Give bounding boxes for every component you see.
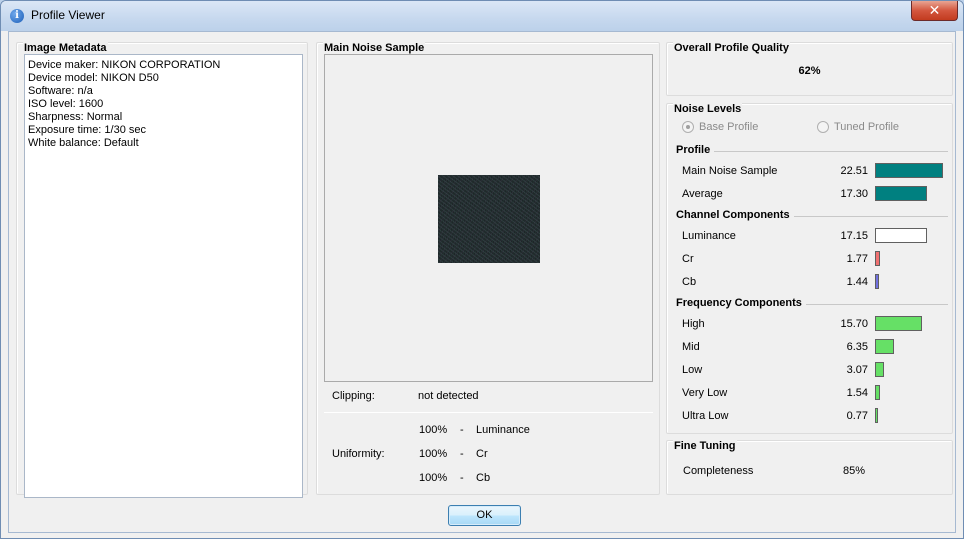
noise-row-label: Cb [682, 276, 697, 288]
title-bar[interactable]: i Profile Viewer ✕ [1, 1, 963, 31]
main-noise-sample-group: Main Noise Sample Clipping: not detected… [316, 42, 660, 495]
metadata-line: Software: n/a [28, 85, 93, 97]
noise-row-label: Mid [682, 341, 700, 353]
overall-quality-value: 62% [798, 65, 821, 77]
uniformity-dash: - [460, 472, 464, 484]
noise-row-label: Cr [682, 253, 694, 265]
noise-level-bar [875, 316, 922, 331]
uniformity-channel: Cr [476, 448, 488, 460]
info-icon: i [10, 9, 24, 23]
noise-row-value: 1.44 [846, 276, 868, 288]
section-heading: Frequency Components [676, 297, 802, 309]
noise-row-value: 15.70 [840, 318, 868, 330]
clipping-value: not detected [418, 390, 479, 402]
completeness-value: 85% [843, 465, 866, 477]
uniformity-dash: - [460, 424, 464, 436]
noise-row-value: 0.77 [846, 410, 868, 422]
section-rule [714, 151, 948, 152]
metadata-line: Exposure time: 1/30 sec [28, 124, 147, 136]
sample-separator [324, 412, 653, 413]
section-heading: Profile [676, 144, 711, 156]
noise-sample-frame [324, 54, 653, 382]
uniformity-label: Uniformity: [332, 448, 385, 460]
section-rule [806, 304, 948, 305]
noise-sample-image [438, 175, 540, 263]
noise-level-bar [875, 362, 884, 377]
noise-level-bar [875, 408, 878, 423]
noise-level-bar [875, 385, 880, 400]
noise-level-bar [875, 339, 894, 354]
clipping-label: Clipping: [332, 390, 375, 402]
noise-row-label: Luminance [682, 230, 736, 242]
tuned-profile-radio[interactable]: Tuned Profile [817, 121, 899, 133]
overall-quality-title: Overall Profile Quality [673, 42, 790, 54]
uniformity-percent: 100% [419, 472, 448, 484]
tuned-profile-label: Tuned Profile [834, 121, 900, 133]
metadata-line: Device model: NIKON D50 [28, 72, 159, 84]
uniformity-percent: 100% [419, 424, 448, 436]
noise-row-value: 17.30 [840, 188, 868, 200]
noise-row-label: Ultra Low [682, 410, 729, 422]
metadata-line: ISO level: 1600 [28, 98, 104, 110]
uniformity-percent: 100% [419, 448, 448, 460]
image-metadata-title: Image Metadata [23, 42, 108, 54]
noise-row-label: Average [682, 188, 723, 200]
uniformity-dash: - [460, 448, 464, 460]
noise-levels-title: Noise Levels [673, 103, 743, 115]
ok-button[interactable]: OK [448, 505, 521, 526]
metadata-line: Sharpness: Normal [28, 111, 123, 123]
noise-level-bar [875, 228, 927, 243]
noise-row-value: 17.15 [840, 230, 868, 242]
main-noise-sample-title: Main Noise Sample [323, 42, 426, 54]
noise-level-bar [875, 186, 927, 201]
section-heading: Channel Components [676, 209, 790, 221]
metadata-textbox[interactable]: Device maker: NIKON CORPORATION Device m… [24, 54, 303, 498]
metadata-line: White balance: Default [28, 137, 139, 149]
radio-unselected-icon [817, 121, 829, 133]
noise-row-value: 1.77 [846, 253, 868, 265]
fine-tuning-title: Fine Tuning [673, 440, 737, 452]
fine-tuning-group: Fine Tuning Completeness 85% [666, 440, 953, 495]
uniformity-channel: Cb [476, 472, 491, 484]
base-profile-label: Base Profile [699, 121, 759, 133]
radio-selected-icon [682, 121, 694, 133]
noise-levels-group: Noise Levels Base Profile Tuned Profile … [666, 103, 953, 434]
base-profile-radio[interactable]: Base Profile [682, 121, 758, 133]
noise-level-bar [875, 251, 880, 266]
profile-viewer-window: i Profile Viewer ✕ Image Metadata Device… [0, 0, 964, 539]
completeness-label: Completeness [683, 465, 754, 477]
noise-row-label: Low [682, 364, 703, 376]
noise-level-bar [875, 274, 879, 289]
overall-quality-group: Overall Profile Quality 62% [666, 42, 953, 96]
noise-row-label: Main Noise Sample [682, 165, 778, 177]
noise-row-label: Very Low [682, 387, 728, 399]
metadata-line: Device maker: NIKON CORPORATION [28, 59, 221, 71]
image-metadata-group: Image Metadata Device maker: NIKON CORPO… [16, 42, 308, 498]
window-title: Profile Viewer [31, 8, 105, 22]
dialog-client: Image Metadata Device maker: NIKON CORPO… [8, 31, 956, 533]
noise-row-value: 3.07 [846, 364, 868, 376]
uniformity-channel: Luminance [476, 424, 530, 436]
noise-row-value: 1.54 [846, 387, 868, 399]
section-rule [794, 216, 948, 217]
noise-row-value: 22.51 [840, 165, 868, 177]
noise-row-value: 6.35 [846, 341, 868, 353]
noise-row-label: High [682, 318, 705, 330]
noise-level-bar [875, 163, 943, 178]
close-button[interactable]: ✕ [911, 1, 958, 21]
